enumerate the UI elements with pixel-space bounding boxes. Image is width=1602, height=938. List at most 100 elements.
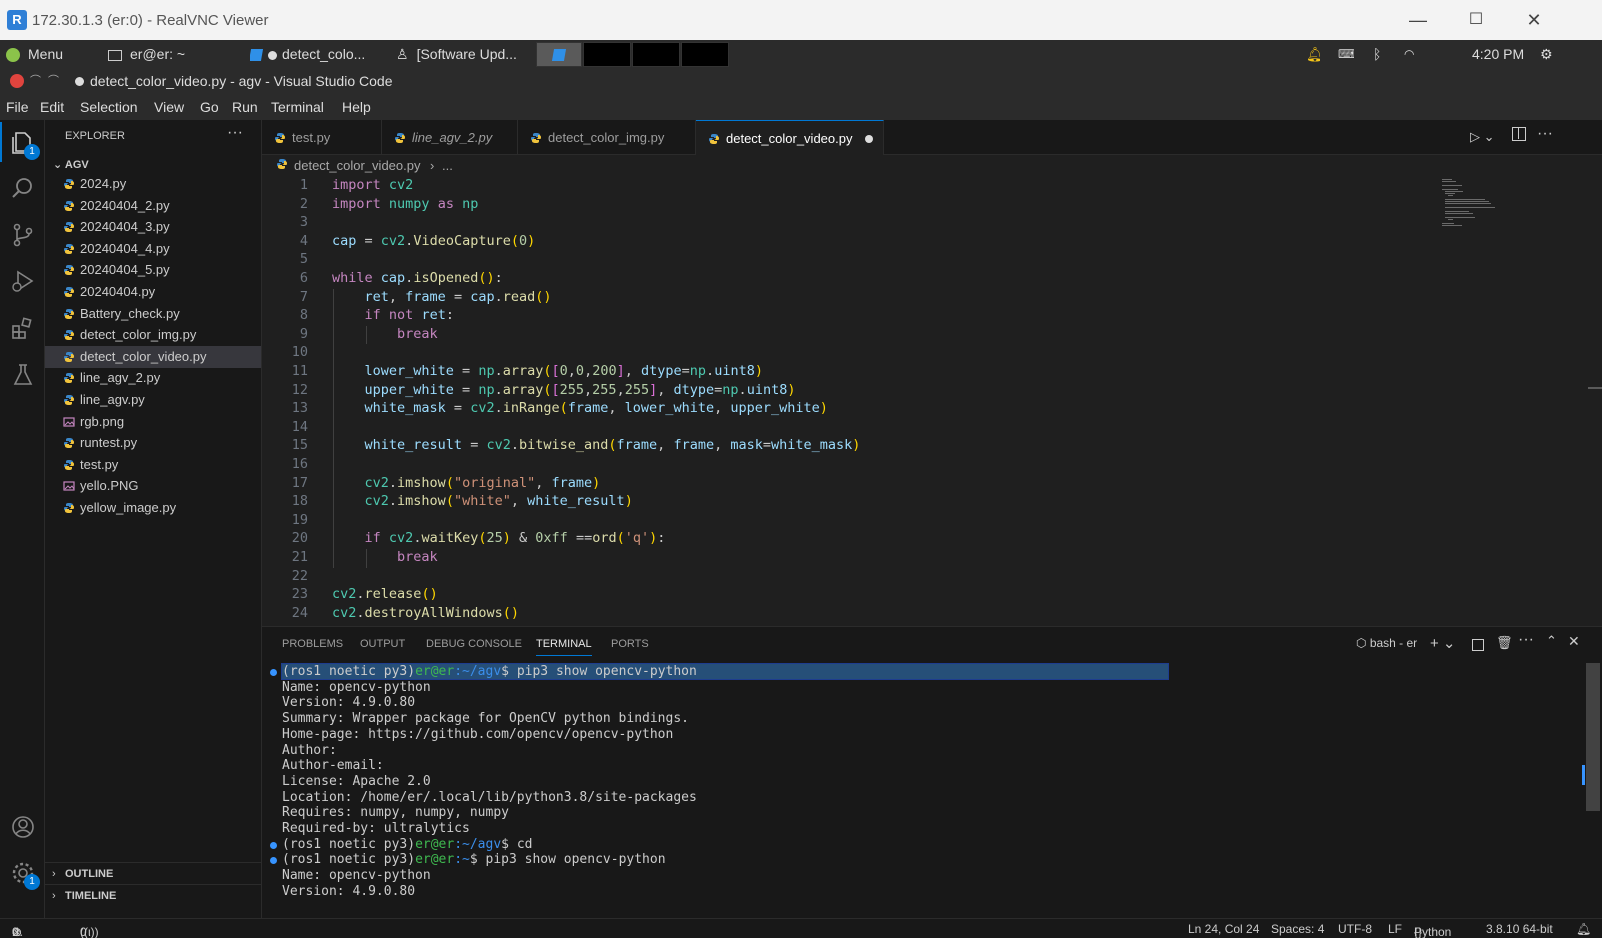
terminal-shell-selector[interactable]: ⬡ bash - er — [1356, 636, 1417, 650]
menu-go[interactable]: Go — [200, 99, 219, 115]
explorer-icon[interactable]: 1 — [10, 130, 40, 160]
notification-bell-icon[interactable]: 🔔︎ — [1306, 40, 1320, 68]
code-line[interactable]: white_result = cv2.bitwise_and(frame, fr… — [332, 437, 861, 453]
testing-icon[interactable] — [10, 362, 36, 388]
file-item[interactable]: yello.PNG — [45, 475, 261, 497]
timeline-section[interactable]: › TIMELINE — [45, 884, 261, 906]
wifi-icon[interactable]: ◠ — [1404, 40, 1422, 68]
split-editor-icon[interactable] — [1512, 127, 1526, 141]
maximize-button[interactable]: ☐ — [1456, 8, 1496, 32]
window-minimize-button[interactable]: ⌒ — [30, 72, 41, 88]
minimize-button[interactable]: — — [1398, 8, 1438, 32]
file-item[interactable]: 20240404_4.py — [45, 238, 261, 260]
code-line[interactable]: upper_white = np.array([255,255,255], dt… — [332, 382, 796, 398]
menu-run[interactable]: Run — [232, 99, 258, 115]
folder-agv[interactable]: ⌄ AGV — [53, 158, 89, 171]
close-window-button[interactable]: ✕ — [1514, 8, 1554, 32]
notifications-bell-icon[interactable]: 🔔︎ — [1576, 922, 1591, 936]
file-item[interactable]: 20240404_2.py — [45, 195, 261, 217]
file-item[interactable]: detect_color_img.py — [45, 324, 261, 346]
encoding[interactable]: UTF-8 — [1338, 922, 1372, 936]
file-item[interactable]: 20240404_5.py — [45, 259, 261, 281]
file-item[interactable]: line_agv_2.py — [45, 367, 261, 389]
file-item[interactable]: runtest.py — [45, 432, 261, 454]
tab-detect-color-img-py[interactable]: detect_color_img.py — [518, 120, 696, 155]
panel-more-actions-icon[interactable]: ··· — [1518, 631, 1534, 649]
file-item[interactable]: test.py — [45, 454, 261, 476]
window-maximize-button[interactable]: ⌒ — [48, 72, 59, 88]
window-close-button[interactable] — [10, 74, 24, 88]
code-line[interactable]: cv2.imshow("original", frame) — [332, 475, 601, 491]
code-editor[interactable]: 1 import cv2 2 import numpy as np 3 4 cap = cv… — [262, 177, 1602, 626]
code-line[interactable]: cv2.destroyAllWindows() — [332, 605, 519, 621]
breadcrumb-file[interactable]: detect_color_video.py — [294, 158, 420, 173]
editor-more-actions-icon[interactable]: ··· — [1537, 125, 1553, 143]
workspace-2[interactable] — [583, 42, 631, 67]
code-line[interactable]: lower_white = np.array([0,0,200], dtype=… — [332, 363, 763, 379]
search-icon[interactable] — [10, 176, 36, 202]
panel-tab-debug-console[interactable]: DEBUG CONSOLE — [426, 638, 522, 650]
outline-section[interactable]: › OUTLINE — [45, 862, 261, 884]
kill-terminal-icon[interactable]: 🗑︎ — [1496, 635, 1513, 651]
python-interpreter[interactable]: 3.8.10 64-bit — [1486, 922, 1553, 936]
unsaved-dot-icon[interactable] — [865, 135, 873, 143]
split-terminal-icon[interactable] — [1472, 639, 1484, 651]
keyboard-icon[interactable]: ⌨ — [1338, 40, 1354, 68]
panel-tab-terminal[interactable]: TERMINAL — [536, 638, 592, 656]
command-decoration-icon[interactable] — [270, 857, 277, 865]
tab-test-py[interactable]: test.py — [262, 120, 382, 155]
code-line[interactable]: break — [332, 326, 438, 342]
command-decoration-icon[interactable] — [270, 841, 277, 849]
run-debug-icon[interactable] — [10, 268, 36, 294]
code-line[interactable]: import cv2 — [332, 177, 413, 193]
panel-tab-problems[interactable]: PROBLEMS — [282, 638, 343, 650]
code-line[interactable]: if not ret: — [332, 307, 454, 323]
file-item[interactable]: 20240404_3.py — [45, 216, 261, 238]
run-python-file-icon[interactable]: ▷ ⌄ — [1470, 129, 1495, 145]
explorer-more-actions-button[interactable]: ··· — [227, 124, 243, 142]
code-line[interactable]: while cap.isOpened(): — [332, 270, 503, 286]
vscode-task[interactable]: detect_colo... — [250, 40, 390, 68]
menu-selection[interactable]: Selection — [80, 99, 138, 115]
bluetooth-icon[interactable]: ᛒ — [1373, 40, 1385, 68]
menu-view[interactable]: View — [154, 99, 184, 115]
menu-edit[interactable]: Edit — [40, 99, 64, 115]
source-control-icon[interactable] — [10, 222, 36, 248]
file-item[interactable]: yellow_image.py — [45, 497, 261, 519]
code-line[interactable]: cv2.imshow("white", white_result) — [332, 493, 633, 509]
clock[interactable]: 4:20 PM — [1472, 40, 1534, 68]
system-settings-icon[interactable]: ⚙ — [1540, 40, 1556, 68]
workspace-3[interactable] — [632, 42, 680, 67]
indentation[interactable]: Spaces: 4 — [1271, 922, 1324, 936]
maximize-panel-icon[interactable]: ⌃ — [1546, 633, 1557, 649]
start-menu-button[interactable]: Menu — [6, 40, 76, 68]
code-line[interactable]: cv2.release() — [332, 586, 438, 602]
command-decoration-icon[interactable] — [270, 669, 277, 676]
tab-line-agv-2-py[interactable]: line_agv_2.py — [382, 120, 518, 155]
minimap[interactable] — [1442, 177, 1522, 227]
extensions-icon[interactable] — [10, 316, 36, 342]
file-item[interactable]: rgb.png — [45, 411, 261, 433]
file-item[interactable]: detect_color_video.py — [45, 345, 261, 368]
code-line[interactable]: if cv2.waitKey(25) & 0xff ==ord('q'): — [332, 530, 666, 546]
terminal-task[interactable]: er@er: ~ — [108, 40, 238, 68]
terminal-scrollbar[interactable] — [1586, 663, 1600, 811]
breadcrumb-symbols[interactable]: ... — [442, 158, 453, 173]
cursor-position[interactable]: Ln 24, Col 24 — [1188, 922, 1259, 936]
workspace-4[interactable] — [681, 42, 729, 67]
file-item[interactable]: 2024.py — [45, 173, 261, 195]
panel-tab-ports[interactable]: PORTS — [611, 638, 649, 650]
code-line[interactable]: break — [332, 549, 438, 565]
panel-tab-output[interactable]: OUTPUT — [360, 638, 405, 650]
file-item[interactable]: Battery_check.py — [45, 303, 261, 325]
accounts-icon[interactable] — [10, 814, 36, 840]
code-line[interactable]: import numpy as np — [332, 196, 478, 212]
close-panel-icon[interactable]: ✕ — [1568, 633, 1580, 650]
workspace-1[interactable] — [536, 42, 582, 67]
code-line[interactable]: white_mask = cv2.inRange(frame, lower_wh… — [332, 400, 828, 416]
software-update-task[interactable]: ♙ [Software Upd... — [396, 40, 536, 68]
menu-help[interactable]: Help — [342, 99, 371, 115]
end-of-line[interactable]: LF — [1388, 922, 1402, 936]
file-item[interactable]: line_agv.py — [45, 389, 261, 411]
code-line[interactable]: cap = cv2.VideoCapture(0) — [332, 233, 535, 249]
